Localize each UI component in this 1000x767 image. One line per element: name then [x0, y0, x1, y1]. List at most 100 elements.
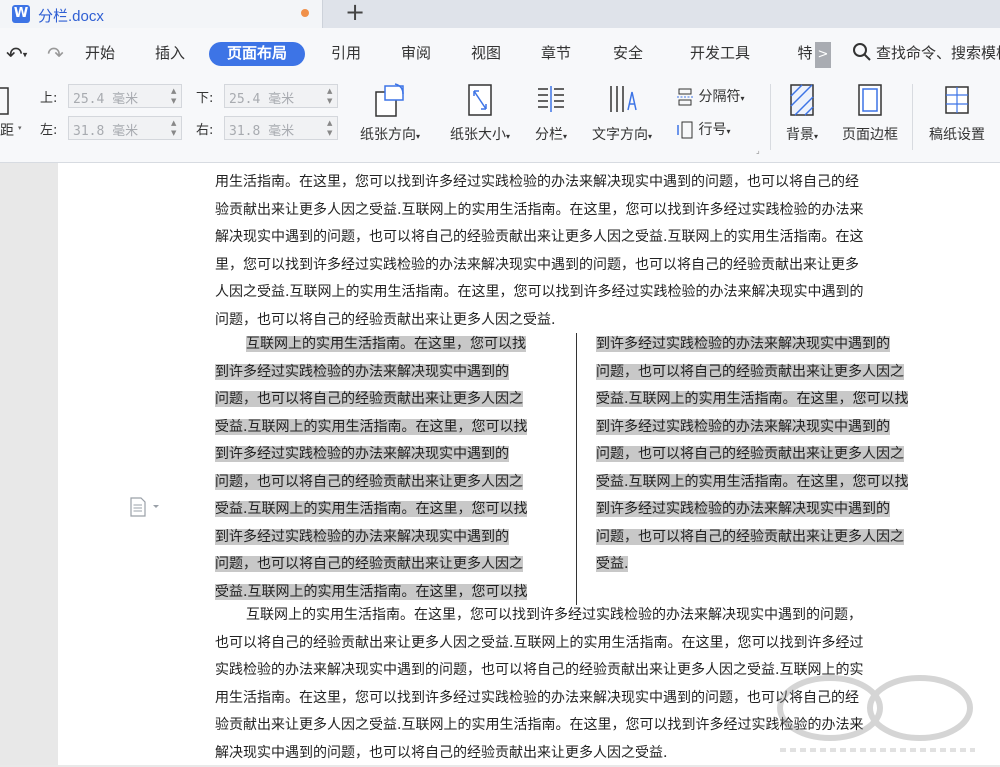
page-border-button[interactable]: 页面边框 [834, 82, 906, 144]
text-direction-button[interactable]: 文字方向▾ [582, 82, 662, 144]
text-line: 到许多经过实践检验的办法来解决现实中遇到的 [215, 359, 527, 387]
redo-icon[interactable]: ↷ [47, 42, 65, 64]
menu-tab-view[interactable]: 视图 [462, 42, 510, 66]
margin-right-value: 31.8 毫米 [229, 120, 294, 139]
background-button[interactable]: 背景▾ [774, 82, 830, 144]
text-line: 问题，也可以将自己的经验贡献出来让更多人因之 [596, 359, 908, 387]
margin-bottom-value: 25.4 毫米 [229, 88, 294, 107]
margins-icon[interactable] [0, 86, 10, 116]
selected-text: 问题，也可以将自己的经验贡献出来让更多人因之 [596, 364, 904, 380]
paper-orientation-icon [373, 82, 407, 118]
background-icon [787, 82, 817, 118]
menu-tab-chapter[interactable]: 章节 [532, 42, 580, 66]
separator-icon [676, 88, 694, 106]
line-number-button[interactable]: 行号▾ [676, 118, 730, 142]
paper-size-button[interactable]: 纸张大小▾ [440, 82, 520, 144]
margin-bottom-down-icon[interactable]: ▼ [327, 97, 335, 105]
margin-top-down-icon[interactable]: ▼ [171, 97, 179, 105]
menu-tab-security[interactable]: 安全 [604, 42, 652, 66]
menu-more-chevron-icon[interactable]: > [815, 42, 831, 68]
paragraph-bottom[interactable]: 互联网上的实用生活指南。在这里，您可以找到许多经过实践检验的办法来解决现实中遇到… [215, 602, 863, 767]
columns-label: 分栏▾ [526, 124, 576, 144]
margins-button-label-partial[interactable]: 距 [0, 120, 14, 140]
separator-button[interactable]: 分隔符▾ [676, 85, 744, 109]
margin-left-up-icon[interactable]: ▲ [171, 119, 179, 127]
menu-tab-home[interactable]: 开始 [76, 42, 124, 66]
new-tab-icon[interactable]: + [343, 0, 367, 26]
selected-text: 问题，也可以将自己的经验贡献出来让更多人因之 [596, 446, 904, 462]
margin-right-label: 右: [196, 119, 213, 138]
wps-writer-icon: W [12, 5, 30, 23]
column-right[interactable]: 到许多经过实践检验的办法来解决现实中遇到的 问题，也可以将自己的经验贡献出来让更… [596, 331, 908, 579]
menu-tab-developer[interactable]: 开发工具 [680, 42, 760, 66]
margin-left-down-icon[interactable]: ▼ [171, 129, 179, 137]
tab-bar: W 分栏.docx + [0, 0, 1000, 29]
columns-button[interactable]: 分栏▾ [526, 82, 576, 144]
document-tab-title: 分栏.docx [38, 5, 104, 26]
menu-tab-references[interactable]: 引用 [322, 42, 370, 66]
selected-text: 受益.互联网上的实用生活指南。在这里，您可以找 [596, 474, 908, 490]
text-line: 受益.互联网上的实用生活指南。在这里，您可以找 [596, 386, 908, 414]
text-line: 问题，也可以将自己的经验贡献出来让更多人因之 [596, 524, 908, 552]
selected-text: 受益.互联网上的实用生活指南。在这里，您可以找 [596, 391, 908, 407]
margin-right-up-icon[interactable]: ▲ [327, 119, 335, 127]
menu-tab-insert[interactable]: 插入 [146, 42, 194, 66]
text-line: 用生活指南。在这里，您可以找到许多经过实践检验的办法来解决现实中遇到的问题，也可… [215, 685, 863, 713]
paper-orientation-button[interactable]: 纸张方向▾ [350, 82, 430, 144]
paper-orientation-label: 纸张方向▾ [350, 124, 430, 144]
text-line: 到许多经过实践检验的办法来解决现实中遇到的 [596, 496, 908, 524]
margin-top-up-icon[interactable]: ▲ [171, 87, 179, 95]
page-border-label: 页面边框 [834, 124, 906, 144]
text-line: 问题，也可以将自己的经验贡献出来让更多人因之 [215, 469, 527, 497]
margin-left-input[interactable]: 31.8 毫米 ▲ ▼ [68, 116, 182, 140]
selected-text: 问题，也可以将自己的经验贡献出来让更多人因之 [215, 474, 523, 490]
text-line: 解决现实中遇到的问题，也可以将自己的经验贡献出来让更多人因之受益. [215, 740, 863, 767]
text-line: 验贡献出来让更多人因之受益.互联网上的实用生活指南。在这里，您可以找到许多经过实… [215, 712, 863, 740]
command-search-input[interactable]: 查找命令、搜索模板 [876, 42, 1000, 66]
ribbon-divider [770, 84, 771, 150]
margins-dropdown-icon[interactable]: ▾ [18, 124, 22, 132]
text-line: 到许多经过实践检验的办法来解决现实中遇到的 [596, 414, 908, 442]
paragraph-top[interactable]: 用生活指南。在这里，您可以找到许多经过实践检验的办法来解决现实中遇到的问题，也可… [215, 169, 863, 334]
text-line: 里，您可以找到许多经过实践检验的办法来解决现实中遇到的问题，也可以将自己的经验贡… [215, 252, 863, 280]
line-number-icon [676, 121, 694, 139]
text-line: 互联网上的实用生活指南。在这里，您可以找 [215, 331, 527, 359]
ribbon-divider [912, 84, 913, 150]
text-line: 互联网上的实用生活指南。在这里，您可以找到许多经过实践检验的办法来解决现实中遇到… [215, 602, 863, 630]
text-line: 受益. [596, 551, 908, 579]
watermark-logo-icon [770, 668, 985, 758]
margin-bottom-input[interactable]: 25.4 毫米 ▲ ▼ [224, 84, 338, 108]
selected-text: 互联网上的实用生活指南。在这里，您可以找 [246, 336, 526, 352]
text-line: 到许多经过实践检验的办法来解决现实中遇到的 [215, 441, 527, 469]
paragraph-layout-icon[interactable] [130, 497, 160, 517]
margin-right-down-icon[interactable]: ▼ [327, 129, 335, 137]
text-line: 到许多经过实践检验的办法来解决现实中遇到的 [215, 524, 527, 552]
text-line: 受益.互联网上的实用生活指南。在这里，您可以找 [215, 414, 527, 442]
margin-bottom-up-icon[interactable]: ▲ [327, 87, 335, 95]
document-tab[interactable]: W 分栏.docx [0, 0, 323, 28]
column-left[interactable]: 互联网上的实用生活指南。在这里，您可以找 到许多经过实践检验的办法来解决现实中遇… [215, 331, 527, 606]
selected-text: 受益.互联网上的实用生活指南。在这里，您可以找 [215, 501, 527, 517]
text-line: 问题，也可以将自己的经验贡献出来让更多人因之 [215, 551, 527, 579]
search-icon[interactable] [852, 40, 872, 64]
undo-icon[interactable]: ↶▾ [6, 42, 34, 64]
text-direction-label: 文字方向▾ [582, 124, 662, 144]
margin-top-input[interactable]: 25.4 毫米 ▲ ▼ [68, 84, 182, 108]
menu-tab-page-layout[interactable]: 页面布局 [209, 42, 305, 66]
page-setup-launcher-icon[interactable]: ⌟ [756, 146, 760, 155]
text-direction-icon [606, 82, 638, 118]
margin-right-input[interactable]: 31.8 毫米 ▲ ▼ [224, 116, 338, 140]
text-line: 问题，也可以将自己的经验贡献出来让更多人因之 [596, 441, 908, 469]
selected-text: 到许多经过实践检验的办法来解决现实中遇到的 [596, 336, 890, 352]
manuscript-settings-button[interactable]: 稿纸设置 [918, 82, 996, 144]
manuscript-grid-icon [942, 82, 972, 118]
selected-text: 受益.互联网上的实用生活指南。在这里，您可以找 [215, 419, 527, 435]
margin-bottom-label: 下: [196, 87, 213, 106]
selected-text: 问题，也可以将自己的经验贡献出来让更多人因之 [215, 556, 523, 572]
menu-tab-review[interactable]: 审阅 [392, 42, 440, 66]
selected-text: 问题，也可以将自己的经验贡献出来让更多人因之 [596, 529, 904, 545]
menu-tab-special[interactable]: 特 [794, 42, 816, 66]
margin-left-label: 左: [40, 119, 57, 138]
text-line: 人因之受益.互联网上的实用生活指南。在这里，您可以找到许多经过实践检验的办法来解… [215, 279, 863, 307]
text-line: 也可以将自己的经验贡献出来让更多人因之受益.互联网上的实用生活指南。在这里，您可… [215, 630, 863, 658]
